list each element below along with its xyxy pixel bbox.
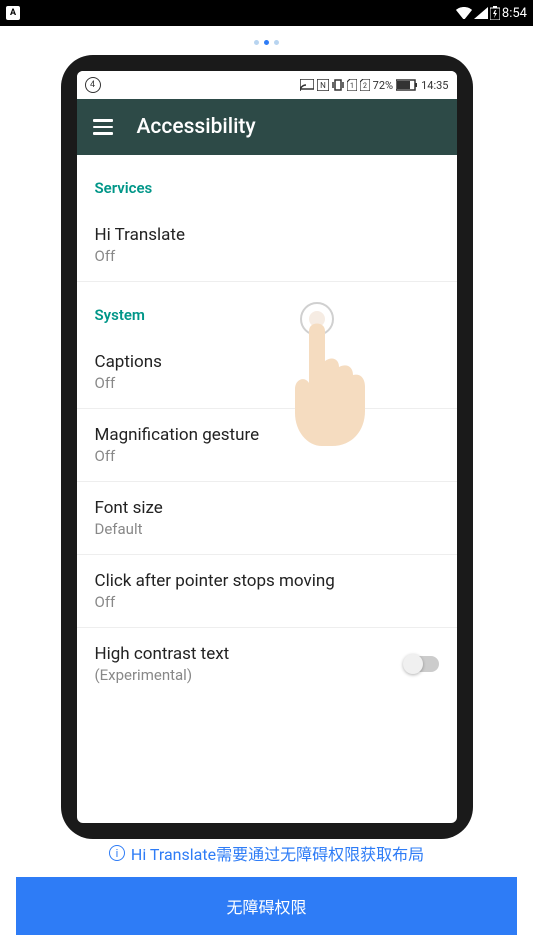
phone-screen: 4 N 1 2 72% 14:35 Accessibility Services — [77, 71, 457, 823]
item-title: Click after pointer stops moving — [95, 571, 439, 591]
svg-text:2: 2 — [363, 82, 367, 90]
dot — [274, 40, 279, 45]
battery-icon — [396, 79, 418, 91]
toggle-switch[interactable] — [405, 656, 439, 672]
sim-indicator-icon: 4 — [85, 77, 101, 93]
outer-status-bar: A 8:54 — [0, 0, 533, 26]
list-item-magnification[interactable]: Magnification gesture Off — [77, 409, 457, 482]
item-title: Captions — [95, 352, 439, 372]
sim1-icon: 1 — [347, 79, 357, 91]
item-subtitle: Default — [95, 520, 439, 538]
app-bar: Accessibility — [77, 99, 457, 155]
pagination-dots — [0, 26, 533, 55]
cast-icon — [300, 79, 314, 91]
list-item-captions[interactable]: Captions Off — [77, 336, 457, 409]
item-title: Hi Translate — [95, 225, 439, 245]
info-message: i Hi Translate需要通过无障碍权限获取布局 — [0, 829, 533, 877]
battery-charging-icon — [490, 6, 500, 20]
svg-text:N: N — [320, 81, 326, 90]
list-item-hi-translate[interactable]: Hi Translate Off — [77, 209, 457, 282]
item-title: Magnification gesture — [95, 425, 439, 445]
info-icon: i — [109, 845, 125, 861]
hamburger-menu-icon[interactable] — [93, 119, 113, 135]
item-subtitle: Off — [95, 447, 439, 465]
list-item-font-size[interactable]: Font size Default — [77, 482, 457, 555]
inner-battery-pct: 72% — [373, 79, 393, 92]
app-badge-icon: A — [6, 6, 20, 20]
page-title: Accessibility — [137, 115, 256, 139]
settings-content: Services Hi Translate Off System Caption… — [77, 155, 457, 700]
item-subtitle: (Experimental) — [95, 666, 439, 684]
accessibility-permission-button[interactable]: 无障碍权限 — [16, 877, 517, 935]
item-subtitle: Off — [95, 593, 439, 611]
wifi-icon — [456, 7, 472, 19]
item-subtitle: Off — [95, 247, 439, 265]
inner-time: 14:35 — [421, 79, 448, 92]
item-subtitle: Off — [95, 374, 439, 392]
outer-time: 8:54 — [502, 6, 527, 21]
svg-text:1: 1 — [350, 82, 354, 90]
dot — [254, 40, 259, 45]
sim2-icon: 2 — [360, 79, 370, 91]
bottom-area: i Hi Translate需要通过无障碍权限获取布局 无障碍权限 — [0, 829, 533, 947]
section-header-services: Services — [77, 155, 457, 209]
list-item-high-contrast[interactable]: High contrast text (Experimental) — [77, 628, 457, 700]
signal-icon — [474, 7, 488, 19]
info-text: Hi Translate需要通过无障碍权限获取布局 — [131, 841, 424, 865]
item-title: High contrast text — [95, 644, 439, 664]
section-header-system: System — [77, 282, 457, 336]
nfc-icon: N — [317, 79, 329, 91]
list-item-click-delay[interactable]: Click after pointer stops moving Off — [77, 555, 457, 628]
phone-mockup: 4 N 1 2 72% 14:35 Accessibility Services — [61, 55, 473, 839]
inner-status-bar: 4 N 1 2 72% 14:35 — [77, 71, 457, 99]
vibrate-icon — [332, 79, 344, 91]
dot-active — [264, 40, 269, 45]
item-title: Font size — [95, 498, 439, 518]
